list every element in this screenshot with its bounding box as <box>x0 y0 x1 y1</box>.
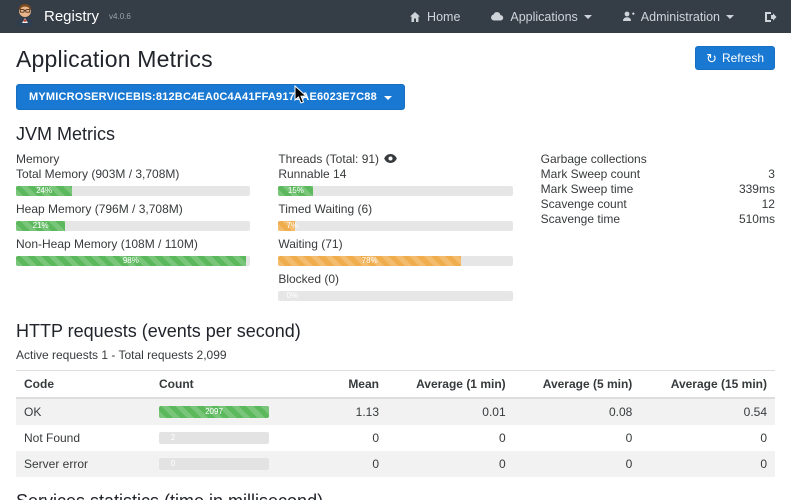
refresh-button[interactable]: ↻ Refresh <box>695 46 775 70</box>
avg15-cell: 0.54 <box>640 398 775 425</box>
main-content: Application Metrics ↻ Refresh MYMICROSER… <box>0 46 791 500</box>
count-bar: 0 <box>159 458 269 470</box>
gc-row: Scavenge count 12 <box>541 197 775 212</box>
runnable-label: Runnable 14 <box>278 167 512 182</box>
brand-name: Registry <box>44 8 99 25</box>
sign-out-icon <box>764 11 777 23</box>
memory-column: Memory Total Memory (903M / 3,708M) 24% … <box>16 151 250 307</box>
count-bar: 2 <box>159 432 269 444</box>
threads-column: Threads (Total: 91) Runnable 14 15% Time… <box>278 151 512 307</box>
navbar: Registry v4.0.6 Home Applications Admini… <box>0 0 791 33</box>
user-plus-icon <box>622 11 635 22</box>
refresh-label: Refresh <box>722 51 764 65</box>
services-statistics-heading: Services statistics (time in millisecond… <box>16 491 775 500</box>
avg1-cell: 0.01 <box>387 398 514 425</box>
garbage-heading: Garbage collections <box>541 151 775 167</box>
threads-heading: Threads (Total: 91) <box>278 151 379 167</box>
mean-cell: 1.13 <box>277 398 387 425</box>
timed-waiting-label: Timed Waiting (6) <box>278 202 512 217</box>
blocked-progressbar: 0% <box>278 291 512 301</box>
nonheap-memory-label: Non-Heap Memory (108M / 110M) <box>16 237 250 252</box>
eye-icon[interactable] <box>384 151 397 167</box>
brand[interactable]: Registry v4.0.6 <box>14 2 131 31</box>
count-bar: 2097 <box>159 406 269 418</box>
http-requests-table: Code Count Mean Average (1 min) Average … <box>16 370 775 477</box>
gc-value: 3 <box>768 167 775 182</box>
chevron-down-icon <box>726 15 734 19</box>
waiting-label: Waiting (71) <box>278 237 512 252</box>
avg15-cell: 0 <box>640 451 775 477</box>
gc-label: Mark Sweep count <box>541 167 640 182</box>
chevron-down-icon <box>584 15 592 19</box>
table-row: Not Found 2 0 0 0 0 <box>16 425 775 451</box>
nav-home[interactable]: Home <box>409 10 460 24</box>
cloud-icon <box>490 11 504 22</box>
gc-value: 510ms <box>739 212 775 227</box>
heap-memory-progressbar: 21% <box>16 221 250 231</box>
nav-applications-label: Applications <box>510 10 577 24</box>
col-header-avg1: Average (1 min) <box>387 371 514 399</box>
avg5-cell: 0.08 <box>514 398 641 425</box>
gc-label: Scavenge time <box>541 212 620 227</box>
nav-administration-label: Administration <box>641 10 720 24</box>
gc-label: Mark Sweep time <box>541 182 634 197</box>
refresh-icon: ↻ <box>706 52 717 65</box>
avg5-cell: 0 <box>514 451 641 477</box>
nav-home-label: Home <box>427 10 460 24</box>
sign-out-button[interactable] <box>764 11 777 23</box>
avg1-cell: 0 <box>387 451 514 477</box>
gc-row: Scavenge time 510ms <box>541 212 775 227</box>
chevron-down-icon <box>384 96 392 100</box>
jhipster-avatar-logo <box>14 2 36 31</box>
heap-memory-label: Heap Memory (796M / 3,708M) <box>16 202 250 217</box>
memory-heading: Memory <box>16 151 250 167</box>
http-requests-heading: HTTP requests (events per second) <box>16 321 775 342</box>
avg1-cell: 0 <box>387 425 514 451</box>
code-cell: Server error <box>16 451 151 477</box>
table-row: Server error 0 0 0 0 0 <box>16 451 775 477</box>
col-header-avg15: Average (15 min) <box>640 371 775 399</box>
instance-selector-dropdown[interactable]: MYMICROSERVICEBIS:812BC4EA0C4A41FFA9179A… <box>16 84 405 110</box>
instance-selector-label: MYMICROSERVICEBIS:812BC4EA0C4A41FFA9179A… <box>29 91 377 103</box>
blocked-label: Blocked (0) <box>278 272 512 287</box>
home-icon <box>409 11 421 23</box>
garbage-column: Garbage collections Mark Sweep count 3 M… <box>541 151 775 307</box>
avg5-cell: 0 <box>514 425 641 451</box>
code-cell: OK <box>16 398 151 425</box>
code-cell: Not Found <box>16 425 151 451</box>
gc-label: Scavenge count <box>541 197 627 212</box>
total-memory-progressbar: 24% <box>16 186 250 196</box>
mean-cell: 0 <box>277 451 387 477</box>
gc-value: 339ms <box>739 182 775 197</box>
jvm-metrics-heading: JVM Metrics <box>16 124 775 145</box>
timed-waiting-progressbar: 7% <box>278 221 512 231</box>
brand-version: v4.0.6 <box>109 12 131 21</box>
col-header-avg5: Average (5 min) <box>514 371 641 399</box>
nonheap-memory-progressbar: 98% <box>16 256 250 266</box>
col-header-count: Count <box>151 371 277 399</box>
gc-value: 12 <box>762 197 775 212</box>
waiting-progressbar: 78% <box>278 256 512 266</box>
nav-menu: Home Applications Administration <box>409 10 777 24</box>
col-header-code: Code <box>16 371 151 399</box>
nav-applications[interactable]: Applications <box>490 10 591 24</box>
runnable-progressbar: 15% <box>278 186 512 196</box>
page-title: Application Metrics <box>16 46 213 73</box>
gc-row: Mark Sweep count 3 <box>541 167 775 182</box>
avg15-cell: 0 <box>640 425 775 451</box>
mean-cell: 0 <box>277 425 387 451</box>
http-requests-subtitle: Active requests 1 - Total requests 2,099 <box>16 348 775 362</box>
table-row: OK 2097 1.13 0.01 0.08 0.54 <box>16 398 775 425</box>
nav-administration[interactable]: Administration <box>622 10 734 24</box>
gc-row: Mark Sweep time 339ms <box>541 182 775 197</box>
total-memory-label: Total Memory (903M / 3,708M) <box>16 167 250 182</box>
col-header-mean: Mean <box>277 371 387 399</box>
